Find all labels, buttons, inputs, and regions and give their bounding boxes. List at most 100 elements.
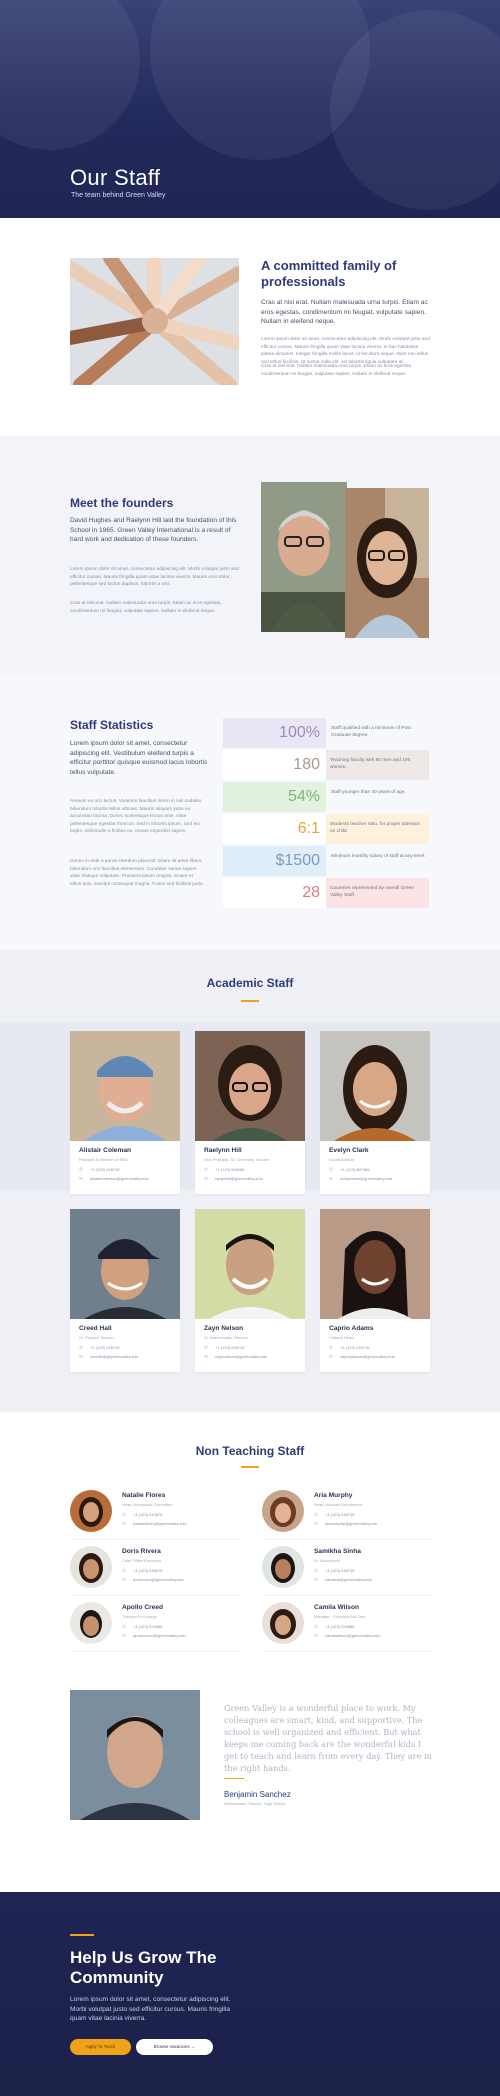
staff-role: Principal & Member of BOD (79, 1157, 129, 1162)
team-hands-photo (70, 258, 239, 385)
staff-phone[interactable]: +1 (123) 242876 (133, 1512, 162, 1517)
staff-email[interactable]: camilawilson@greenvalley.edu (325, 1633, 380, 1638)
staff-phone[interactable]: +1 (123) 246715 (325, 1568, 354, 1573)
stat-salary: $1500 Minimum monthly salary of staff at… (223, 846, 429, 876)
staff-list-item[interactable]: Natalie Flores Head, Admission Committee… (70, 1490, 240, 1540)
staff-phone[interactable]: +1 (123) 246715 (325, 1512, 354, 1517)
staff-phone[interactable]: +1 (123) 887366 (340, 1167, 369, 1172)
staff-email[interactable]: apollocreed@greenvalley.edu (133, 1633, 186, 1638)
staff-card[interactable]: Caprio Adams Cultural Head ✆ +1 (123) 246… (320, 1209, 430, 1372)
staff-email[interactable]: alistaircoleman@greenvalley.edu (90, 1176, 149, 1181)
staff-role: Vice Principal, Sr. Chemistry Teacher (204, 1157, 270, 1162)
founders-heading: Meet the founders (70, 496, 174, 510)
stat-value: 180 (223, 750, 326, 780)
academic-heading: Academic Staff (206, 976, 294, 990)
browse-vacancies-button[interactable]: Browse Vacancies → (136, 2039, 213, 2055)
staff-email[interactable]: creedhall@greenvalley.edu (90, 1354, 138, 1359)
non-teaching-staff-section: Non Teaching Staff Natalie Flores Head, … (0, 1412, 500, 1892)
committed-family-section: A committed family of professionals Cras… (0, 218, 500, 436)
staff-email[interactable]: dorisrivera@greenvalley.edu (133, 1577, 184, 1582)
phone-icon: ✆ (79, 1167, 83, 1172)
staff-name: Aria Murphy (314, 1492, 353, 1499)
family-lead: Cras at nisl erat. Nullam malesuada urna… (261, 299, 428, 325)
mail-icon: ✉ (204, 1176, 208, 1181)
staff-phone[interactable]: +1 (123) 246715 (90, 1345, 119, 1350)
stat-label: Students teacher ratio, for proper atten… (326, 814, 429, 844)
staff-email[interactable]: raelynhill@greenvalley.edu (215, 1176, 263, 1181)
mail-icon: ✉ (314, 1577, 318, 1582)
staff-role: Head, Account Department (314, 1502, 363, 1507)
staff-phone[interactable]: +1 (123) 224866 (133, 1624, 162, 1629)
staff-email[interactable]: evelynclark@greenvalley.edu (340, 1176, 392, 1181)
mail-icon: ✉ (329, 1176, 333, 1181)
stats-paragraph-1: Aenean eu orci lectus. Vivamus faucibus … (70, 799, 203, 834)
staff-card[interactable]: Evelyn Clark Social Advisor ✆ +1 (123) 88… (320, 1031, 430, 1194)
staff-phone[interactable]: +1 (123) 246675 (133, 1568, 162, 1573)
staff-card[interactable]: Creed Hall Sr. Physics Teacher ✆ +1 (123)… (70, 1209, 180, 1372)
staff-role: Head, Admission Committee (122, 1502, 173, 1507)
staff-statistics-section: Staff Statistics Lorem ipsum dolor sit a… (0, 676, 500, 950)
staff-name: Apollo Creed (122, 1604, 164, 1611)
founders-lead: David Hughes and Raelynn Hill laid the f… (70, 517, 237, 543)
staff-photo (320, 1209, 430, 1319)
phone-icon: ✆ (122, 1624, 126, 1629)
staff-phone[interactable]: +1 (123) 246715 (215, 1345, 244, 1350)
stat-label: Teaching faculty with 80 men and 100 wom… (326, 750, 429, 780)
stat-value: 100% (223, 718, 326, 748)
staff-list-item[interactable]: Doris Rivera Chief Office Executive ✆ +1 … (70, 1546, 240, 1596)
staff-avatar (262, 1546, 304, 1588)
staff-name: Zayn Nelson (204, 1325, 244, 1332)
staff-photo (195, 1209, 305, 1319)
founder-david-photo (261, 482, 347, 632)
non-teaching-heading: Non Teaching Staff (195, 1444, 305, 1458)
staff-list-item[interactable]: Samikha Sinha Sr. Accountant ✆ +1 (123) 2… (262, 1546, 432, 1596)
staff-phone[interactable]: +1 (123) 546288 (215, 1167, 244, 1172)
staff-card[interactable]: Zayn Nelson Sr. Mathematics Teacher ✆ +1 … (195, 1209, 305, 1372)
testimonial-name: Benjamin Sanchez (224, 1790, 291, 1799)
apply-to-teach-button[interactable]: Apply To Teach (70, 2039, 131, 2055)
staff-email[interactable]: zaynnelson@greenvalley.edu (215, 1354, 267, 1359)
phone-icon: ✆ (122, 1568, 126, 1573)
page: Our Staff The team behind Green Valley A… (0, 0, 500, 2096)
testimonial-photo (70, 1690, 200, 1820)
staff-email[interactable]: ariamurphy@greenvalley.edu (325, 1521, 377, 1526)
staff-list-item[interactable]: Aria Murphy Head, Account Department ✆ +1… (262, 1490, 432, 1540)
staff-email[interactable]: caprioadams@greenvalley.edu (340, 1354, 395, 1359)
founders-section: Meet the founders David Hughes and Raely… (0, 436, 500, 676)
staff-name: Caprio Adams (329, 1325, 374, 1332)
staff-role: Manager - Financial Aid Dept. (314, 1614, 367, 1619)
founder-raelynn-photo (345, 488, 429, 638)
staff-name: Evelyn Clark (329, 1147, 369, 1154)
phone-icon: ✆ (204, 1167, 208, 1172)
staff-card[interactable]: Alistair Coleman Principal & Member of B… (70, 1031, 180, 1194)
staff-phone[interactable]: +1 (123) 254866 (325, 1624, 354, 1629)
phone-icon: ✆ (314, 1624, 318, 1629)
stat-label: Staff younger than 40 years of age. (331, 790, 406, 795)
staff-name: Creed Hall (79, 1325, 112, 1332)
staff-role: Transport In-charge (122, 1614, 157, 1619)
staff-phone[interactable]: +1 (123) 246715 (90, 1167, 119, 1172)
staff-phone[interactable]: +1 (123) 246715 (340, 1345, 369, 1350)
staff-email[interactable]: samikha@greenvalley.edu (325, 1577, 372, 1582)
stat-ratio: 6:1 Students teacher ratio, for proper a… (223, 814, 429, 844)
mail-icon: ✉ (204, 1354, 208, 1359)
cta-text: Lorem ipsum dolor sit amet, consectetur … (70, 1996, 231, 2022)
staff-list-item[interactable]: Camila Wilson Manager - Financial Aid De… (262, 1602, 432, 1652)
staff-avatar (70, 1546, 112, 1588)
founders-paragraph-1: Lorem ipsum dolor sit amet, consectetur … (70, 567, 239, 587)
staff-list-item[interactable]: Apollo Creed Transport In-charge ✆ +1 (12… (70, 1602, 240, 1652)
stat-label: Staff qualified with a minimum of Post G… (331, 726, 411, 738)
page-title: Our Staff (70, 165, 161, 190)
stat-value: $1500 (223, 846, 326, 876)
staff-name: Camila Wilson (314, 1604, 360, 1611)
staff-email[interactable]: natalieflores@greenvalley.edu (133, 1521, 187, 1526)
staff-name: Doris Rivera (122, 1548, 161, 1555)
cta-section: Help Us Grow The Community Lorem ipsum d… (0, 1892, 500, 2096)
staff-card[interactable]: Raelynn Hill Vice Principal, Sr. Chemist… (195, 1031, 305, 1194)
family-paragraph-2: Cras at nisl erat. Nullam malesuada urna… (261, 364, 413, 377)
stat-countries: 28 Countries represented by overall Gree… (223, 878, 429, 908)
staff-role: Sr. Physics Teacher (79, 1335, 115, 1340)
stat-label: Minimum monthly salary of staff at any l… (331, 854, 426, 859)
staff-role: Cultural Head (329, 1335, 354, 1340)
phone-icon: ✆ (314, 1568, 318, 1573)
